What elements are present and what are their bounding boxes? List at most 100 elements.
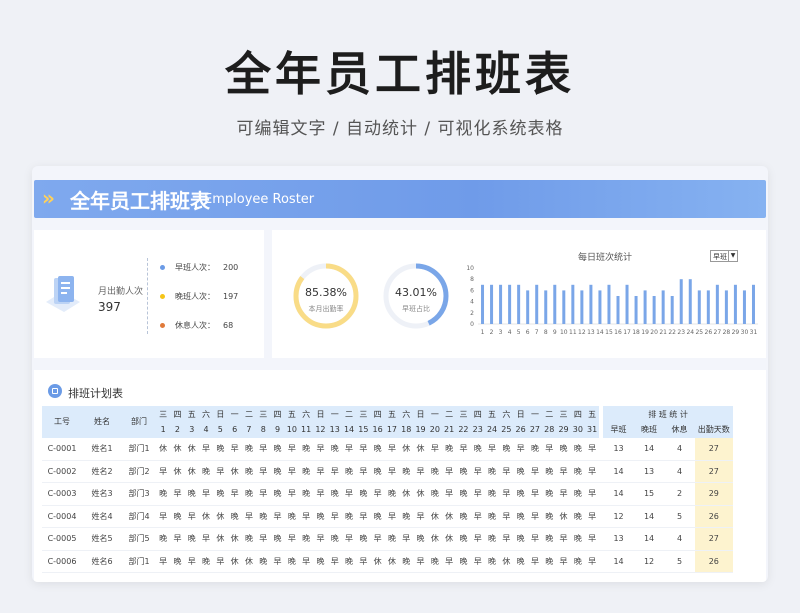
shift-cell[interactable]: 晚 (299, 465, 313, 479)
shift-cell[interactable]: 晚 (399, 510, 413, 524)
shift-cell[interactable]: 晚 (342, 510, 356, 524)
shift-cell[interactable]: 晚 (256, 510, 270, 524)
shift-cell[interactable]: 早 (413, 555, 427, 569)
shift-cell[interactable]: 早 (213, 555, 227, 569)
shift-cell[interactable]: 早 (499, 465, 513, 479)
shift-cell[interactable]: 休 (428, 532, 442, 546)
shift-cell[interactable]: 晚 (299, 532, 313, 546)
shift-cell[interactable]: 早 (342, 532, 356, 546)
shift-cell[interactable]: 早 (199, 442, 213, 456)
shift-cell[interactable]: 晚 (328, 442, 342, 456)
shift-cell[interactable]: 晚 (299, 442, 313, 456)
shift-cell[interactable]: 早 (585, 555, 599, 569)
shift-cell[interactable]: 早 (556, 465, 570, 479)
shift-cell[interactable]: 早 (328, 465, 342, 479)
shift-cell[interactable]: 晚 (456, 487, 470, 501)
shift-cell[interactable]: 晚 (170, 510, 184, 524)
shift-cell[interactable]: 晚 (371, 442, 385, 456)
shift-cell[interactable]: 早 (485, 442, 499, 456)
shift-cell[interactable]: 早 (585, 510, 599, 524)
shift-cell[interactable]: 早 (371, 487, 385, 501)
shift-cell[interactable]: 晚 (242, 465, 256, 479)
shift-cell[interactable]: 早 (156, 465, 170, 479)
shift-cell[interactable]: 晚 (156, 532, 170, 546)
shift-cell[interactable]: 晚 (170, 555, 184, 569)
shift-cell[interactable]: 早 (413, 465, 427, 479)
shift-cell[interactable]: 休 (228, 532, 242, 546)
shift-cell[interactable]: 晚 (185, 532, 199, 546)
shift-cell[interactable]: 早 (199, 487, 213, 501)
shift-cell[interactable]: 晚 (342, 555, 356, 569)
shift-cell[interactable]: 休 (413, 442, 427, 456)
shift-cell[interactable]: 晚 (542, 487, 556, 501)
shift-cell[interactable]: 晚 (528, 442, 542, 456)
shift-cell[interactable]: 晚 (228, 510, 242, 524)
shift-cell[interactable]: 早 (185, 510, 199, 524)
shift-cell[interactable]: 晚 (542, 510, 556, 524)
shift-cell[interactable]: 晚 (242, 487, 256, 501)
shift-cell[interactable]: 早 (328, 555, 342, 569)
shift-cell[interactable]: 晚 (356, 532, 370, 546)
shift-cell[interactable]: 晚 (213, 442, 227, 456)
shift-cell[interactable]: 晚 (428, 487, 442, 501)
shift-cell[interactable]: 早 (170, 487, 184, 501)
shift-cell[interactable]: 休 (556, 510, 570, 524)
shift-cell[interactable]: 晚 (385, 487, 399, 501)
shift-cell[interactable]: 早 (442, 555, 456, 569)
shift-cell[interactable]: 休 (213, 510, 227, 524)
shift-cell[interactable]: 休 (170, 465, 184, 479)
shift-cell[interactable]: 早 (313, 532, 327, 546)
shift-cell[interactable]: 早 (471, 510, 485, 524)
shift-cell[interactable]: 晚 (485, 487, 499, 501)
shift-cell[interactable]: 早 (356, 510, 370, 524)
shift-type-select[interactable]: 早班 ▼ (710, 250, 738, 262)
shift-cell[interactable]: 晚 (514, 532, 528, 546)
shift-cell[interactable]: 早 (156, 555, 170, 569)
shift-cell[interactable]: 早 (471, 555, 485, 569)
shift-cell[interactable]: 早 (585, 442, 599, 456)
shift-cell[interactable]: 晚 (485, 510, 499, 524)
shift-cell[interactable]: 休 (185, 442, 199, 456)
shift-cell[interactable]: 休 (385, 555, 399, 569)
shift-cell[interactable]: 休 (213, 532, 227, 546)
shift-cell[interactable]: 晚 (571, 532, 585, 546)
shift-cell[interactable]: 晚 (456, 510, 470, 524)
shift-cell[interactable]: 晚 (514, 510, 528, 524)
shift-cell[interactable]: 晚 (542, 532, 556, 546)
shift-cell[interactable]: 晚 (299, 487, 313, 501)
shift-cell[interactable]: 早 (342, 442, 356, 456)
shift-cell[interactable]: 早 (270, 510, 284, 524)
shift-cell[interactable]: 早 (185, 555, 199, 569)
shift-cell[interactable]: 早 (228, 442, 242, 456)
shift-cell[interactable]: 早 (499, 510, 513, 524)
shift-cell[interactable]: 早 (585, 532, 599, 546)
shift-cell[interactable]: 晚 (313, 555, 327, 569)
shift-cell[interactable]: 早 (499, 532, 513, 546)
shift-cell[interactable]: 早 (285, 487, 299, 501)
shift-cell[interactable]: 早 (542, 442, 556, 456)
shift-cell[interactable]: 晚 (556, 442, 570, 456)
shift-cell[interactable]: 休 (428, 510, 442, 524)
shift-cell[interactable]: 晚 (399, 465, 413, 479)
shift-cell[interactable]: 早 (313, 442, 327, 456)
shift-cell[interactable]: 晚 (571, 487, 585, 501)
shift-cell[interactable]: 休 (170, 442, 184, 456)
shift-cell[interactable]: 早 (371, 532, 385, 546)
shift-cell[interactable]: 早 (299, 555, 313, 569)
shift-cell[interactable]: 早 (456, 442, 470, 456)
shift-cell[interactable]: 早 (528, 532, 542, 546)
shift-cell[interactable]: 晚 (456, 532, 470, 546)
shift-cell[interactable]: 晚 (456, 465, 470, 479)
shift-cell[interactable]: 晚 (371, 510, 385, 524)
shift-cell[interactable]: 早 (399, 532, 413, 546)
shift-cell[interactable]: 早 (471, 532, 485, 546)
shift-cell[interactable]: 晚 (428, 555, 442, 569)
shift-cell[interactable]: 早 (313, 487, 327, 501)
shift-cell[interactable]: 早 (356, 555, 370, 569)
shift-cell[interactable]: 早 (499, 487, 513, 501)
shift-cell[interactable]: 晚 (242, 442, 256, 456)
shift-cell[interactable]: 早 (556, 532, 570, 546)
shift-cell[interactable]: 晚 (428, 465, 442, 479)
shift-cell[interactable]: 晚 (242, 532, 256, 546)
shift-cell[interactable]: 晚 (471, 442, 485, 456)
